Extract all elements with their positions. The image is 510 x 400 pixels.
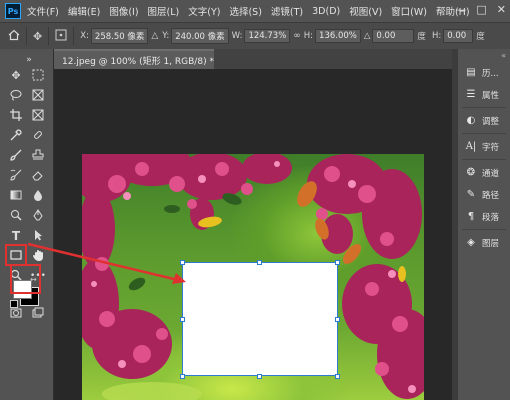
panel-label: 通道	[482, 169, 500, 179]
panel-separator	[462, 133, 506, 134]
paragraph-icon: ¶	[467, 211, 475, 222]
paths-icon: ✎	[466, 189, 476, 200]
panel-label: 历...	[482, 69, 499, 79]
panel-label: 路径	[482, 191, 500, 201]
panel-label: 图层	[482, 239, 500, 249]
panel-separator	[462, 229, 506, 230]
adjustments-icon: ◐	[466, 115, 476, 126]
character-icon: A|	[465, 141, 477, 152]
panel-separator	[462, 159, 506, 160]
panel-adjustments[interactable]: ◐ 调整	[458, 111, 510, 131]
panel-character[interactable]: A| 字符	[458, 137, 510, 157]
panel-paths[interactable]: ✎ 路径	[458, 185, 510, 205]
panel-channels[interactable]: ❂ 通道	[458, 163, 510, 183]
panel-separator	[462, 107, 506, 108]
panel-label: 调整	[482, 117, 500, 127]
panel-paragraph[interactable]: ¶ 段落	[458, 207, 510, 227]
panel-label: 段落	[482, 213, 500, 223]
panel-label: 字符	[482, 143, 500, 153]
channels-icon: ❂	[466, 167, 476, 178]
panel-layers[interactable]: ◈ 图层	[458, 233, 510, 253]
properties-icon: ☰	[466, 89, 476, 100]
annotation-arrow	[27, 242, 186, 284]
panel-properties[interactable]: ☰ 属性	[458, 85, 510, 105]
panel-history[interactable]: ▤ 历...	[458, 63, 510, 83]
expand-panels-icon[interactable]: «	[501, 51, 506, 60]
panel-label: 属性	[482, 91, 500, 101]
collapsed-panels: « ▤ 历... ☰ 属性 ◐ 调整 A| 字符 ❂ 通道 ✎ 路径 ¶ 段落 …	[458, 49, 510, 400]
history-icon: ▤	[466, 67, 476, 78]
layers-icon: ◈	[467, 237, 475, 248]
